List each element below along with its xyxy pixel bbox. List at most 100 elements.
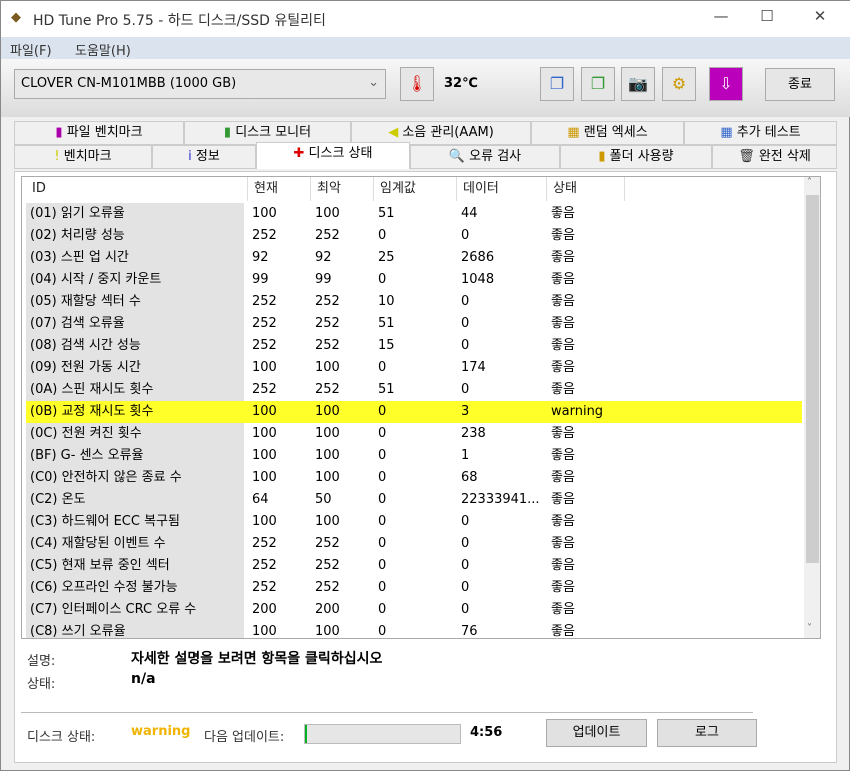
tab-erase[interactable]: 🗑 완전 삭제: [712, 145, 837, 169]
menu-bar: 파일(F) 도움말(H): [1, 37, 850, 59]
table-cell: 44: [461, 206, 478, 221]
save-button[interactable]: ⇩: [709, 67, 743, 101]
column-header[interactable]: ID: [26, 177, 248, 201]
table-row[interactable]: (07) 검색 오류율 252 252 51 0 좋음: [26, 313, 802, 335]
table-cell: 0: [378, 558, 387, 573]
update-button[interactable]: 업데이트: [546, 719, 647, 747]
chevron-down-icon: ⌄: [368, 75, 379, 90]
update-progress-bar: [304, 724, 461, 744]
title-bar: ◆ HD Tune Pro 5.75 - 하드 디스크/SSD 유틸리티 — ☐…: [1, 1, 850, 37]
table-cell: 0: [461, 558, 470, 573]
minimize-button[interactable]: —: [701, 7, 741, 31]
tab-file-benchmark[interactable]: ▮ 파일 벤치마크: [14, 121, 184, 145]
table-cell: 100: [315, 514, 340, 529]
table-cell: 100: [315, 360, 340, 375]
menu-file[interactable]: 파일(F): [10, 40, 52, 59]
status-label: 상태:: [27, 677, 56, 692]
table-cell: (BF) G- 센스 오류율: [26, 445, 244, 467]
table-cell: 51: [378, 206, 395, 221]
tab-random-access[interactable]: ▦ 랜덤 엑세스: [531, 121, 684, 145]
column-header[interactable]: 데이터: [457, 177, 547, 201]
table-row[interactable]: (05) 재할당 섹터 수 252 252 10 0 좋음: [26, 291, 802, 313]
table-cell: (01) 읽기 오류율: [26, 203, 244, 225]
table-cell: 100: [252, 206, 277, 221]
table-cell: 252: [315, 536, 340, 551]
menu-help[interactable]: 도움말(H): [75, 40, 131, 59]
table-cell: 좋음: [551, 580, 575, 595]
maximize-button[interactable]: ☐: [747, 7, 787, 31]
table-row[interactable]: (02) 처리량 성능 252 252 0 0 좋음: [26, 225, 802, 247]
table-cell: 2686: [461, 250, 495, 265]
table-row[interactable]: (01) 읽기 오류율 100 100 51 44 좋음: [26, 203, 802, 225]
table-row[interactable]: (08) 검색 시간 성능 252 252 15 0 좋음: [26, 335, 802, 357]
table-row[interactable]: (C5) 현재 보류 중인 섹터 252 252 0 0 좋음: [26, 555, 802, 577]
table-cell: 0: [378, 448, 387, 463]
table-row[interactable]: (0A) 스핀 재시도 횟수 252 252 51 0 좋음: [26, 379, 802, 401]
tab-extra-tests[interactable]: ▦ 추가 테스트: [684, 121, 837, 145]
table-row[interactable]: (04) 시작 / 중지 카운트 99 99 0 1048 좋음: [26, 269, 802, 291]
table-cell: 252: [252, 228, 277, 243]
table-cell: 99: [315, 272, 332, 287]
copy-screen-button[interactable]: ❐: [581, 67, 615, 101]
table-row[interactable]: (C8) 쓰기 오류율 100 100 0 76 좋음: [26, 621, 802, 639]
table-cell: (C0) 안전하지 않은 종료 수: [26, 467, 244, 489]
tab-folder-usage[interactable]: ▮ 폴더 사용량: [560, 145, 712, 169]
table-cell: (0C) 전원 켜진 횟수: [26, 423, 244, 445]
table-cell: 좋음: [551, 382, 575, 397]
table-row[interactable]: (C2) 온도 64 50 0 22333941... 좋음: [26, 489, 802, 511]
table-cell: 68: [461, 470, 478, 485]
table-cell: (C6) 오프라인 수정 불가능: [26, 577, 244, 599]
table-cell: (07) 검색 오류율: [26, 313, 244, 335]
table-row[interactable]: (C0) 안전하지 않은 종료 수 100 100 0 68 좋음: [26, 467, 802, 489]
column-header[interactable]: 현재: [248, 177, 311, 201]
column-header[interactable]: 최악: [311, 177, 374, 201]
table-cell: (C3) 하드웨어 ECC 복구됨: [26, 511, 244, 533]
table-cell: 100: [315, 624, 340, 639]
scrollbar-thumb[interactable]: [806, 195, 819, 563]
table-cell: 51: [378, 382, 395, 397]
table-cell: 100: [315, 470, 340, 485]
exit-button[interactable]: 종료: [765, 68, 835, 101]
tab-disk-status[interactable]: ✚ 디스크 상태: [256, 142, 410, 169]
table-cell: 100: [252, 624, 277, 639]
table-cell: 0: [378, 272, 387, 287]
table-row[interactable]: (0B) 교정 재시도 횟수 100 100 0 3 warning: [26, 401, 802, 423]
drive-select[interactable]: CLOVER CN-M101MBB (1000 GB) ⌄: [14, 69, 386, 99]
table-cell: 0: [461, 338, 470, 353]
disk-status-label: 디스크 상태:: [27, 730, 96, 745]
table-row[interactable]: (0C) 전원 켜진 횟수 100 100 0 238 좋음: [26, 423, 802, 445]
column-header[interactable]: 상태: [547, 177, 625, 201]
table-cell: 252: [315, 558, 340, 573]
table-cell: (C8) 쓰기 오류율: [26, 621, 244, 638]
log-button[interactable]: 로그: [657, 719, 757, 747]
table-cell: 0: [461, 536, 470, 551]
table-row[interactable]: (C4) 재할당된 이벤트 수 252 252 0 0 좋음: [26, 533, 802, 555]
table-cell: 200: [315, 602, 340, 617]
table-cell: 0: [378, 602, 387, 617]
table-cell: 100: [252, 470, 277, 485]
options-button[interactable]: ⚙: [662, 67, 696, 101]
table-cell: 1: [461, 448, 470, 463]
table-cell: (02) 처리량 성능: [26, 225, 244, 247]
table-cell: 15: [378, 338, 395, 353]
table-row[interactable]: (C6) 오프라인 수정 불가능 252 252 0 0 좋음: [26, 577, 802, 599]
table-row[interactable]: (09) 전원 가동 시간 100 100 0 174 좋음: [26, 357, 802, 379]
tab-benchmark[interactable]: ! 벤치마크: [14, 145, 152, 169]
table-cell: (05) 재할당 섹터 수: [26, 291, 244, 313]
copy-info-button[interactable]: ❐: [540, 67, 574, 101]
table-row[interactable]: (BF) G- 센스 오류율 100 100 0 1 좋음: [26, 445, 802, 467]
scroll-up-icon[interactable]: ˄: [807, 177, 812, 188]
tab-info[interactable]: i 정보: [152, 145, 256, 169]
table-cell: 252: [252, 536, 277, 551]
scroll-down-icon[interactable]: ˅: [807, 623, 812, 634]
tab-error-scan[interactable]: 🔍 오류 검사: [410, 145, 560, 169]
screenshot-button[interactable]: 📷: [621, 67, 655, 101]
column-header[interactable]: 임계값: [374, 177, 457, 201]
table-cell: 100: [315, 448, 340, 463]
table-row[interactable]: (C3) 하드웨어 ECC 복구됨 100 100 0 0 좋음: [26, 511, 802, 533]
table-row[interactable]: (03) 스핀 업 시간 92 92 25 2686 좋음: [26, 247, 802, 269]
close-button[interactable]: ✕: [800, 7, 840, 31]
table-cell: 0: [378, 404, 387, 419]
table-cell: 0: [378, 360, 387, 375]
table-row[interactable]: (C7) 인터페이스 CRC 오류 수 200 200 0 0 좋음: [26, 599, 802, 621]
